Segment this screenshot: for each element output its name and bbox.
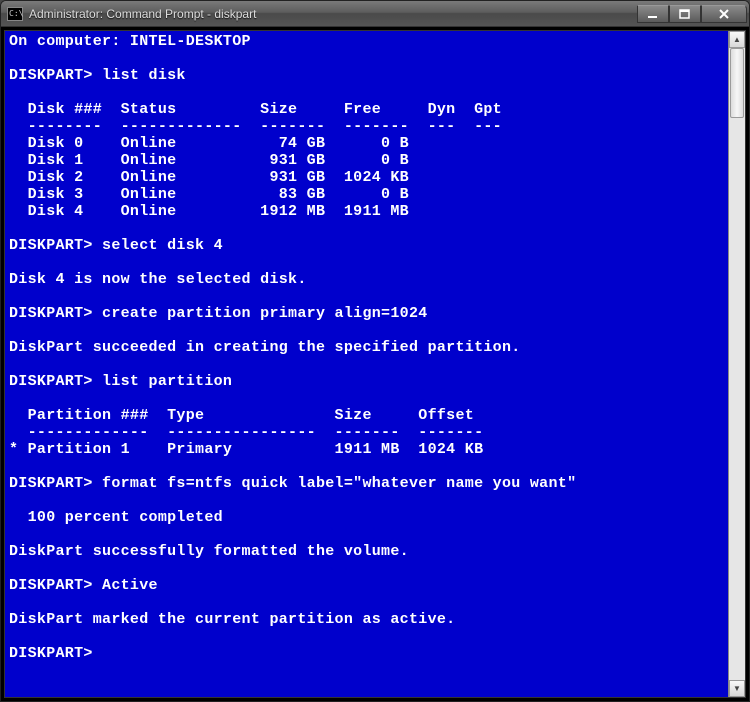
close-button[interactable]: [701, 5, 747, 23]
scroll-thumb[interactable]: [730, 48, 744, 118]
vertical-scrollbar[interactable]: ▲ ▼: [728, 31, 745, 697]
client-area: On computer: INTEL-DESKTOP DISKPART> lis…: [1, 27, 749, 701]
terminal-output[interactable]: On computer: INTEL-DESKTOP DISKPART> lis…: [5, 31, 728, 697]
maximize-button[interactable]: [669, 5, 701, 23]
scroll-up-arrow[interactable]: ▲: [729, 31, 745, 48]
window-title: Administrator: Command Prompt - diskpart: [29, 7, 637, 21]
terminal-wrapper: On computer: INTEL-DESKTOP DISKPART> lis…: [4, 30, 746, 698]
scroll-down-arrow[interactable]: ▼: [729, 680, 745, 697]
minimize-button[interactable]: [637, 5, 669, 23]
window-controls: [637, 5, 747, 23]
scroll-track[interactable]: [729, 48, 745, 680]
app-icon: C:\: [7, 7, 23, 21]
command-prompt-window: C:\ Administrator: Command Prompt - disk…: [0, 0, 750, 702]
titlebar[interactable]: C:\ Administrator: Command Prompt - disk…: [1, 1, 749, 27]
